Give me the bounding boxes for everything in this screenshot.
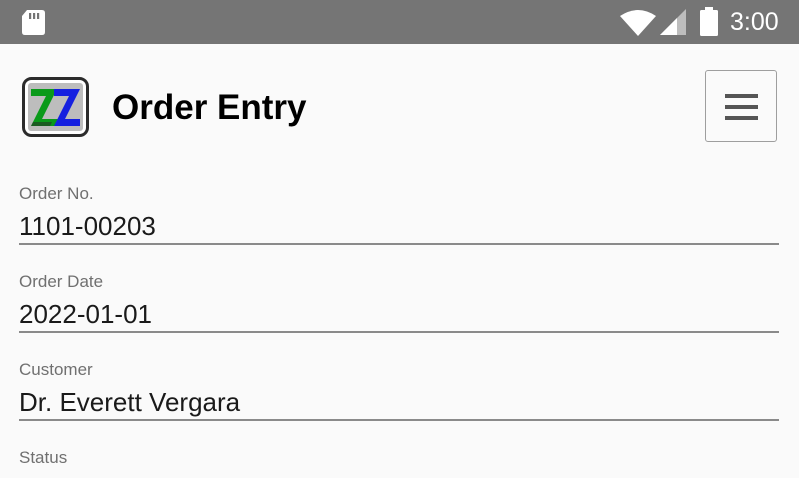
order-date-underline (19, 331, 779, 333)
sd-card-icon (22, 10, 45, 35)
order-no-label: Order No. (19, 184, 94, 203)
order-no-field[interactable]: 1101-00203 (19, 211, 779, 241)
hamburger-menu-icon (725, 94, 758, 120)
customer-field[interactable]: Dr. Everett Vergara (19, 387, 779, 417)
order-no-underline (19, 243, 779, 245)
battery-icon (700, 7, 718, 36)
status-bar-clock: 3:00 (730, 8, 779, 36)
signal-icon (660, 9, 686, 35)
status-label: Status (19, 448, 68, 467)
app-logo-icon (22, 77, 89, 137)
status-bar: 3:00 (0, 0, 799, 44)
order-date-label: Order Date (19, 272, 104, 291)
order-date-field[interactable]: 2022-01-01 (19, 299, 779, 329)
customer-underline (19, 419, 779, 421)
page-title: Order Entry (112, 88, 307, 127)
wifi-icon (620, 10, 656, 36)
customer-label: Customer (19, 360, 93, 379)
menu-button[interactable] (705, 70, 777, 142)
